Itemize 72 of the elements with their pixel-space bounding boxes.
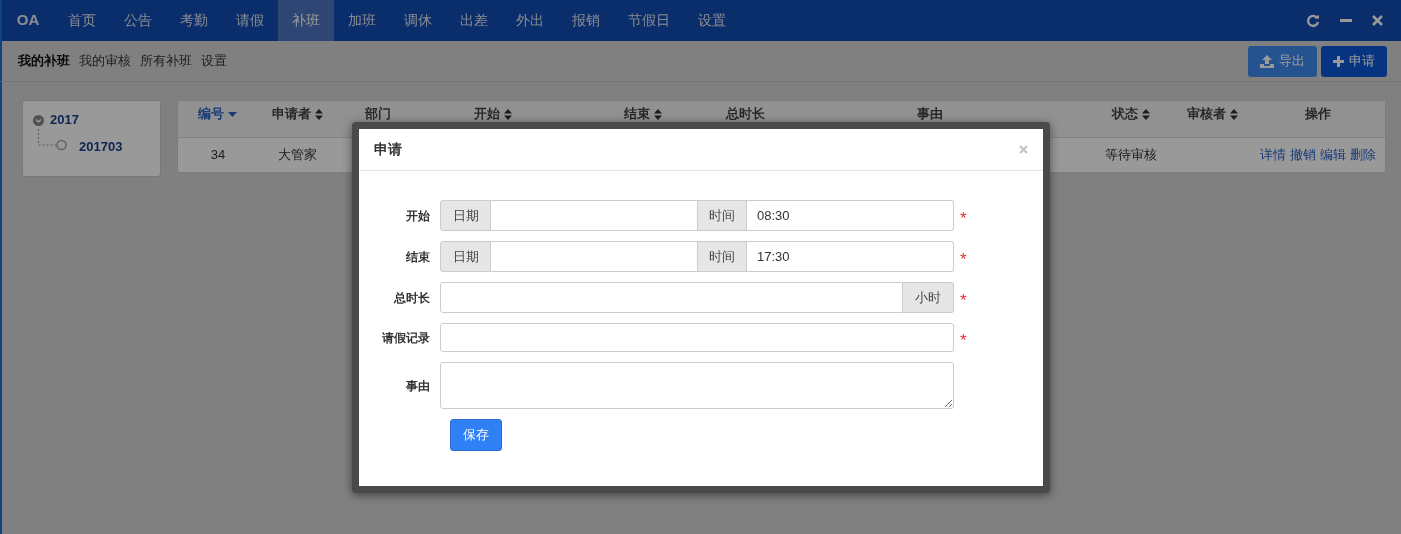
nav-tab[interactable]: 节假日 xyxy=(614,0,684,41)
sub-nav-link[interactable]: 设置 xyxy=(201,51,227,71)
sort-descending-icon[interactable] xyxy=(228,111,238,117)
column-header[interactable]: 编号 xyxy=(198,106,225,122)
time-input[interactable]: 08:30 xyxy=(747,200,954,231)
export-button[interactable]: 导出 xyxy=(1248,45,1317,77)
nav-tab[interactable]: 调休 xyxy=(390,0,446,41)
column-header[interactable]: 结束 xyxy=(623,106,650,122)
table-cell-text: 34 xyxy=(210,146,226,165)
collapse-icon[interactable] xyxy=(33,114,44,126)
time-input[interactable]: 17:30 xyxy=(747,241,954,272)
field-label: 请假记录 xyxy=(382,329,430,347)
nav-tab[interactable]: 设置 xyxy=(684,0,740,41)
sort-icon[interactable] xyxy=(1230,108,1239,120)
action-link[interactable]: 删除 xyxy=(1349,145,1376,165)
field-label: 结束 xyxy=(406,248,430,266)
action-link[interactable]: 详情 xyxy=(1259,145,1286,165)
table-cell-text: 大管家 xyxy=(278,146,318,165)
sub-nav-link[interactable]: 我的审核 xyxy=(79,51,131,71)
input-addon: 小时 xyxy=(903,282,954,313)
minimize-icon[interactable] xyxy=(1340,18,1352,23)
plus-icon xyxy=(1333,55,1344,67)
sort-icon[interactable] xyxy=(315,108,324,120)
app-logo[interactable]: OA xyxy=(2,0,54,41)
nav-tab[interactable]: 考勤 xyxy=(166,0,222,41)
nav-tab[interactable]: 外出 xyxy=(502,0,558,41)
nav-tab[interactable]: 首页 xyxy=(54,0,110,41)
column-header[interactable]: 状态 xyxy=(1112,106,1139,122)
nav-tab[interactable]: 出差 xyxy=(446,0,502,41)
column-header[interactable]: 开始 xyxy=(473,106,500,122)
required-mark: * xyxy=(960,331,967,349)
sub-nav-link[interactable]: 所有补班 xyxy=(140,51,192,71)
date-input[interactable] xyxy=(491,241,697,272)
column-header: 部门 xyxy=(364,106,391,122)
action-link[interactable]: 撤销 xyxy=(1289,145,1316,165)
input-addon: 日期 xyxy=(440,200,491,231)
sub-nav-link[interactable]: 我的补班 xyxy=(18,51,70,71)
input-addon: 日期 xyxy=(440,241,491,272)
input-addon: 时间 xyxy=(697,241,747,272)
column-header: 操作 xyxy=(1304,106,1331,122)
column-header: 事由 xyxy=(917,106,944,122)
sort-icon[interactable] xyxy=(1142,108,1151,120)
column-header[interactable]: 审核者 xyxy=(1187,106,1227,122)
input-field[interactable] xyxy=(440,323,954,352)
nav-tab[interactable]: 加班 xyxy=(334,0,390,41)
required-mark: * xyxy=(960,250,967,268)
column-header: 总时长 xyxy=(726,106,766,122)
field-label: 总时长 xyxy=(394,289,430,307)
refresh-icon[interactable] xyxy=(1306,13,1320,28)
textarea-field[interactable] xyxy=(440,362,954,409)
nav-tab[interactable]: 公告 xyxy=(110,0,166,41)
dialog-title: 申请 xyxy=(374,140,402,159)
field-label: 事由 xyxy=(406,377,430,395)
field-label: 开始 xyxy=(406,207,430,225)
required-mark: * xyxy=(960,209,967,227)
nav-tab[interactable]: 请假 xyxy=(222,0,278,41)
input-addon: 时间 xyxy=(697,200,747,231)
sort-icon[interactable] xyxy=(653,108,662,120)
nav-tab[interactable]: 报销 xyxy=(558,0,614,41)
nav-tab[interactable]: 补班 xyxy=(278,0,334,41)
action-link[interactable]: 编辑 xyxy=(1319,145,1346,165)
date-input[interactable] xyxy=(491,200,697,231)
sort-icon[interactable] xyxy=(503,108,512,120)
tree-node[interactable]: 201703 xyxy=(79,137,123,157)
upload-icon xyxy=(1260,54,1274,68)
required-mark: * xyxy=(960,291,967,309)
apply-button[interactable]: 申请 xyxy=(1321,45,1387,77)
save-button[interactable]: 保存 xyxy=(450,419,502,451)
column-header[interactable]: 申请者 xyxy=(272,106,312,122)
tree-node[interactable]: 2017 xyxy=(50,110,79,130)
table-cell-text: 等待审核 xyxy=(1105,146,1158,165)
duration-input[interactable] xyxy=(440,282,903,313)
